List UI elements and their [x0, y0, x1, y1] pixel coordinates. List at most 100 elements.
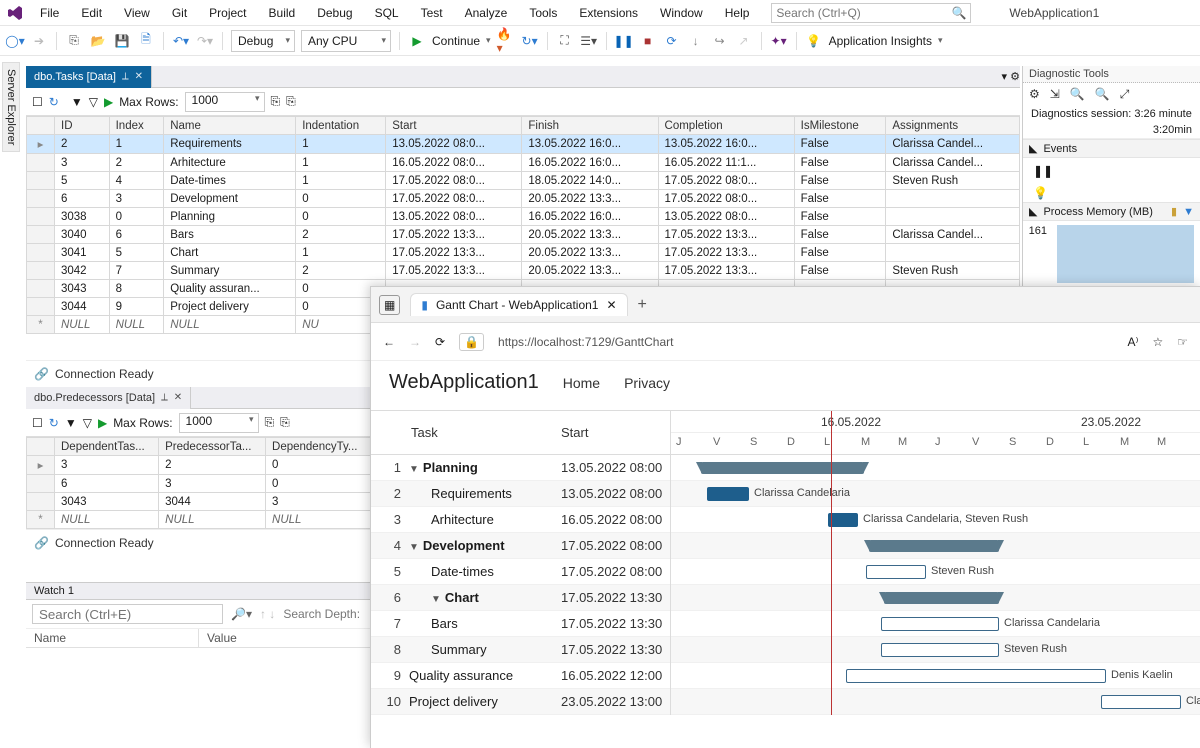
grid-cell[interactable]: False — [794, 262, 886, 280]
step-over-icon[interactable]: ↪ — [711, 32, 729, 50]
grid-cell[interactable]: 13.05.2022 08:0... — [658, 208, 794, 226]
grid-cell[interactable] — [886, 208, 1020, 226]
grid-cell[interactable] — [886, 190, 1020, 208]
preds-grid[interactable]: DependentTas...PredecessorTa...Dependenc… — [26, 437, 372, 529]
global-search[interactable]: Search (Ctrl+Q) 🔍 — [771, 3, 971, 23]
gantt-bar[interactable]: Steven Rush — [881, 643, 999, 657]
grid-cell[interactable]: 13.05.2022 08:0... — [386, 208, 522, 226]
filter-icon[interactable]: ▼ — [65, 416, 77, 430]
grid-cell[interactable]: False — [794, 226, 886, 244]
grid-cell[interactable]: 17.05.2022 13:3... — [386, 226, 522, 244]
filter-icon[interactable]: ▼ — [71, 95, 83, 109]
grid-cell[interactable]: NULL — [159, 511, 266, 529]
grid-cell[interactable]: 9 — [109, 298, 164, 316]
script2-icon[interactable]: ⎘ — [286, 94, 296, 109]
grid-cell[interactable]: 3043 — [55, 280, 110, 298]
refresh-icon[interactable]: ⟳ — [663, 32, 681, 50]
grid-cell[interactable]: Clarissa Candel... — [886, 226, 1020, 244]
menu-project[interactable]: Project — [203, 4, 252, 22]
grid-cell[interactable]: 16.05.2022 08:0... — [386, 154, 522, 172]
grid-cell[interactable]: NULL — [55, 316, 110, 334]
grid-cell[interactable]: 2 — [296, 226, 386, 244]
col-header[interactable]: Start — [386, 117, 522, 135]
gantt-row[interactable]: 8Summary17.05.2022 13:30 — [371, 637, 670, 663]
config-dropdown[interactable]: Debug — [231, 30, 295, 52]
grid-cell[interactable]: 2 — [55, 135, 110, 154]
grid-cell[interactable]: 1 — [296, 154, 386, 172]
grid-cell[interactable]: 8 — [109, 280, 164, 298]
pin-icon[interactable]: ⟂ — [122, 71, 129, 82]
col-header[interactable]: ID — [55, 117, 110, 135]
close-icon[interactable]: ✕ — [606, 298, 616, 312]
grid-cell[interactable]: 13.05.2022 16:0... — [658, 135, 794, 154]
grid-cell[interactable]: 17.05.2022 13:3... — [386, 244, 522, 262]
browser-link-icon[interactable]: ⛶ — [556, 32, 574, 50]
grid-cell[interactable]: 3 — [159, 475, 266, 493]
grid-cell[interactable]: 0 — [266, 456, 372, 475]
menu-file[interactable]: File — [34, 4, 65, 22]
intellitrace-icon[interactable]: ✦▾ — [770, 32, 788, 50]
gantt-bar[interactable]: Claris — [1101, 695, 1181, 709]
gantt-bar[interactable]: Clarissa Candelaria — [707, 487, 749, 501]
grid-cell[interactable]: 3042 — [55, 262, 110, 280]
grid-cell[interactable]: 17.05.2022 08:0... — [658, 190, 794, 208]
restart-icon[interactable]: ↻▾ — [521, 32, 539, 50]
col-header[interactable]: DependentTas... — [55, 438, 159, 456]
grid-cell[interactable]: 0 — [296, 208, 386, 226]
gantt-row[interactable]: 10Project delivery23.05.2022 13:00 — [371, 689, 670, 715]
script-icon[interactable]: ⎘ — [265, 415, 275, 430]
col-header[interactable]: Name — [164, 117, 296, 135]
gantt-bar[interactable]: Denis Kaelin — [846, 669, 1106, 683]
grid-cell[interactable]: Planning — [164, 208, 296, 226]
maxrows-dropdown[interactable]: 1000 — [179, 413, 259, 433]
tasks-tab[interactable]: dbo.Tasks [Data] ⟂ ✕ — [26, 66, 152, 88]
gantt-row[interactable]: 1▼Planning13.05.2022 08:00 — [371, 455, 670, 481]
grid-cell[interactable]: 3044 — [55, 298, 110, 316]
grid-cell[interactable]: 6 — [55, 190, 110, 208]
grid-cell[interactable]: 0 — [296, 190, 386, 208]
grid-cell[interactable]: Development — [164, 190, 296, 208]
grid-cell[interactable]: 17.05.2022 08:0... — [386, 172, 522, 190]
grid-cell[interactable]: 6 — [109, 226, 164, 244]
grid-cell[interactable]: Arhitecture — [164, 154, 296, 172]
grid-cell[interactable]: 2 — [296, 262, 386, 280]
gantt-row[interactable]: 5Date-times17.05.2022 08:00 — [371, 559, 670, 585]
grid-cell[interactable]: 16.05.2022 16:0... — [522, 154, 658, 172]
grid-cell[interactable]: 20.05.2022 13:3... — [522, 262, 658, 280]
grid-cell[interactable]: NULL — [55, 511, 159, 529]
menu-edit[interactable]: Edit — [75, 4, 108, 22]
nav-home[interactable]: Home — [563, 375, 600, 391]
grid-cell[interactable]: Summary — [164, 262, 296, 280]
menu-analyze[interactable]: Analyze — [459, 4, 514, 22]
grid-cell[interactable]: 20.05.2022 13:3... — [522, 244, 658, 262]
grid-cell[interactable]: False — [794, 135, 886, 154]
grid-cell[interactable]: 4 — [109, 172, 164, 190]
grid-cell[interactable]: NULL — [266, 511, 372, 529]
grid-cell[interactable]: 20.05.2022 13:3... — [522, 226, 658, 244]
save-icon[interactable]: 💾 — [113, 32, 131, 50]
hot-reload-icon[interactable]: 🔥▾ — [497, 32, 515, 50]
grid-cell[interactable]: 6 — [55, 475, 159, 493]
grid-cell[interactable]: 20.05.2022 13:3... — [522, 190, 658, 208]
close-icon[interactable]: ✕ — [135, 71, 143, 82]
caret-icon[interactable]: ◣ — [1029, 142, 1037, 155]
server-explorer-tab[interactable]: Server Explorer — [2, 62, 20, 152]
script2-icon[interactable]: ⎘ — [280, 415, 290, 430]
gantt-bar[interactable]: Clarissa Candelaria, Steven Rush — [828, 513, 858, 527]
col-header[interactable]: Indentation — [296, 117, 386, 135]
menu-git[interactable]: Git — [166, 4, 193, 22]
run-icon[interactable]: ▶ — [98, 416, 107, 430]
grid-cell[interactable]: 17.05.2022 13:3... — [658, 244, 794, 262]
menu-test[interactable]: Test — [415, 4, 449, 22]
gantt-row[interactable]: 7Bars17.05.2022 13:30 — [371, 611, 670, 637]
sort-icon[interactable]: ▽ — [83, 416, 92, 430]
menu-view[interactable]: View — [118, 4, 156, 22]
grid-cell[interactable]: 18.05.2022 14:0... — [522, 172, 658, 190]
gantt-row[interactable]: 4▼Development17.05.2022 08:00 — [371, 533, 670, 559]
sort-icon[interactable]: ▽ — [89, 95, 98, 109]
grid-cell[interactable]: 2 — [109, 154, 164, 172]
grid-cell[interactable]: NULL — [109, 316, 164, 334]
grid-cell[interactable]: 3 — [266, 493, 372, 511]
grid-cell[interactable]: 3 — [55, 456, 159, 475]
col-header[interactable]: Finish — [522, 117, 658, 135]
